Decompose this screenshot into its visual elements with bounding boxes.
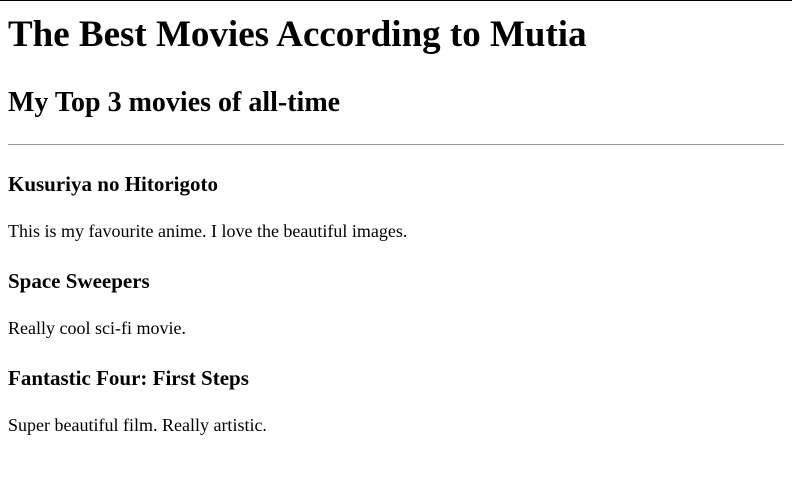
divider: [8, 144, 784, 145]
movie-description: Super beautiful film. Really artistic.: [8, 415, 267, 435]
movie-description: Really cool sci-fi movie.: [8, 318, 186, 338]
movie-title: Fantastic Four: First Steps: [8, 366, 249, 390]
movie-title: Space Sweepers: [8, 269, 150, 293]
page-subtitle: My Top 3 movies of all-time: [8, 87, 341, 118]
movie-description: This is my favourite anime. I love the b…: [8, 221, 408, 241]
movie-title: Kusuriya no Hitorigoto: [8, 172, 219, 196]
page-title: The Best Movies According to Mutia: [8, 14, 587, 55]
page: The Best Movies According to Mutia My To…: [0, 1, 792, 500]
